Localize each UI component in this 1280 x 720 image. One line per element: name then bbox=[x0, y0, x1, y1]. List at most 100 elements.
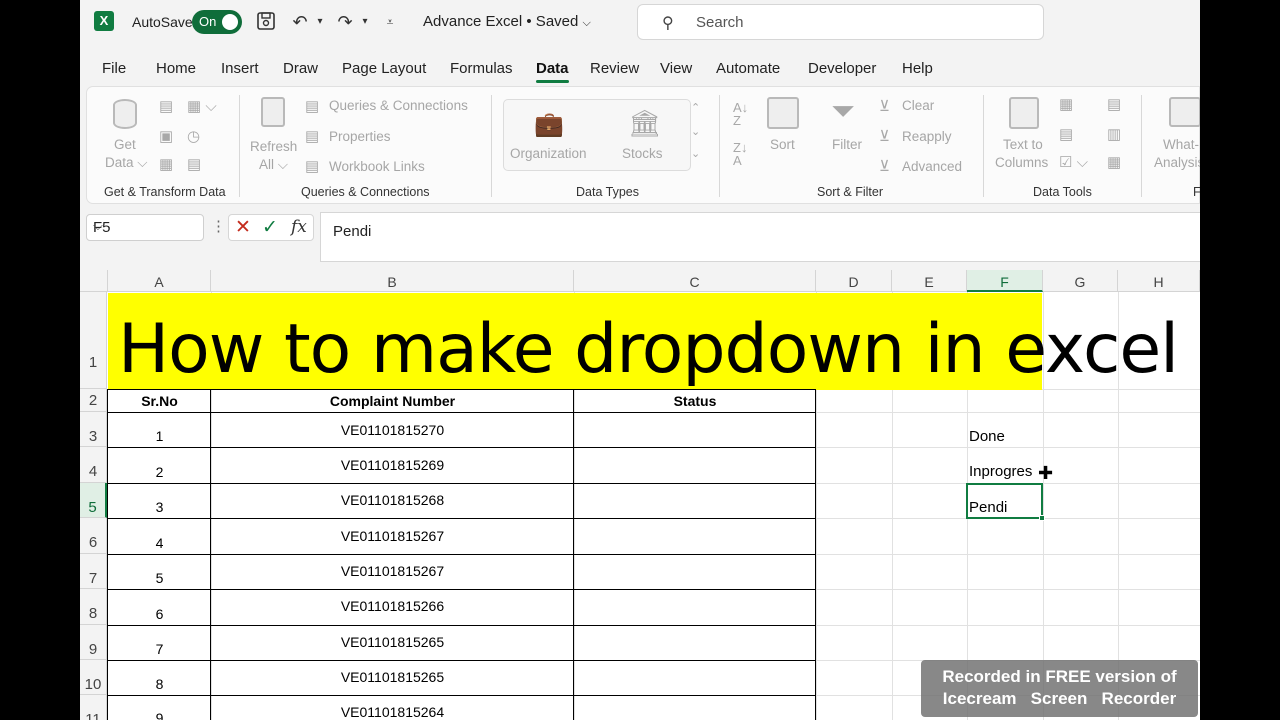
table-cell-complaint[interactable]: VE01101815269 bbox=[211, 457, 574, 473]
from-table-icon[interactable]: ▦ bbox=[159, 155, 173, 173]
table-cell-srno[interactable]: 9 bbox=[108, 710, 211, 720]
table-cell-complaint[interactable]: VE01101815264 bbox=[211, 704, 574, 720]
tab-automate[interactable]: Automate bbox=[716, 60, 780, 77]
table-cell-srno[interactable]: 4 bbox=[108, 535, 211, 551]
stocks-button[interactable]: Stocks bbox=[622, 146, 663, 161]
column-header-b[interactable]: B bbox=[211, 270, 574, 292]
table-header-srno[interactable]: Sr.No bbox=[108, 393, 211, 409]
advanced-button[interactable]: Advanced bbox=[902, 159, 962, 174]
row-header-2[interactable]: 2 bbox=[80, 389, 107, 412]
row-header-1[interactable]: 1 bbox=[80, 292, 107, 389]
table-cell-complaint[interactable]: VE01101815268 bbox=[211, 492, 574, 508]
customize-toolbar-icon[interactable]: ⩡ bbox=[378, 10, 402, 34]
tab-draw[interactable]: Draw bbox=[283, 60, 318, 77]
tab-home[interactable]: Home bbox=[156, 60, 196, 77]
gallery-down-icon[interactable]: ⌄ bbox=[691, 125, 700, 138]
row-header-3[interactable]: 3 bbox=[80, 412, 107, 447]
table-cell-complaint[interactable]: VE01101815265 bbox=[211, 669, 574, 685]
table-cell-complaint[interactable]: VE01101815270 bbox=[211, 422, 574, 438]
table-cell-srno[interactable]: 1 bbox=[108, 428, 211, 444]
table-cell-complaint[interactable]: VE01101815266 bbox=[211, 598, 574, 614]
workbook-links-button[interactable]: Workbook Links bbox=[329, 159, 425, 174]
tab-formulas[interactable]: Formulas bbox=[450, 60, 513, 77]
text-to-columns-button[interactable]: Text to bbox=[1003, 137, 1043, 152]
name-box[interactable]: F5 ⌵ bbox=[86, 214, 204, 241]
from-text-icon[interactable]: ▤ bbox=[159, 97, 173, 115]
undo-dropdown-icon[interactable]: ▾ bbox=[308, 10, 332, 34]
consolidate-icon[interactable]: ▤ bbox=[1107, 95, 1121, 113]
data-model-icon[interactable]: ▦ bbox=[1107, 153, 1121, 171]
table-cell-srno[interactable]: 5 bbox=[108, 570, 211, 586]
insert-function-icon[interactable]: fx bbox=[291, 217, 307, 237]
row-header-6[interactable]: 6 bbox=[80, 518, 107, 554]
sort-button[interactable]: Sort bbox=[770, 137, 795, 152]
row-header-11[interactable]: 11 bbox=[80, 695, 107, 720]
sort-ascending-icon[interactable]: A↓ Z bbox=[733, 101, 748, 127]
tab-page-layout[interactable]: Page Layout bbox=[342, 60, 426, 77]
data-types-gallery[interactable]: 💼 Organization 🏛 Stocks bbox=[503, 99, 691, 171]
properties-button[interactable]: Properties bbox=[329, 129, 391, 144]
list-item-inprogress[interactable]: Inprogres bbox=[969, 463, 1032, 480]
remove-duplicates-icon[interactable]: ▤ bbox=[1059, 125, 1073, 143]
sort-descending-icon[interactable]: Z↓ A bbox=[733, 141, 747, 167]
table-header-status[interactable]: Status bbox=[574, 393, 816, 409]
table-header-complaint-number[interactable]: Complaint Number bbox=[211, 393, 574, 409]
recent-sources-icon[interactable]: ◷ bbox=[187, 127, 200, 145]
organization-button[interactable]: Organization bbox=[510, 146, 587, 161]
table-cell-complaint[interactable]: VE01101815267 bbox=[211, 528, 574, 544]
table-cell-srno[interactable]: 8 bbox=[108, 676, 211, 692]
row-header-5[interactable]: 5 bbox=[80, 483, 107, 518]
tab-file[interactable]: File bbox=[102, 60, 126, 77]
row-header-8[interactable]: 8 bbox=[80, 589, 107, 625]
reapply-button[interactable]: Reapply bbox=[902, 129, 952, 144]
existing-connections-icon[interactable]: ▦ ⌵ bbox=[187, 97, 217, 115]
cancel-icon[interactable]: ✕ bbox=[235, 216, 251, 239]
tab-insert[interactable]: Insert bbox=[221, 60, 259, 77]
tab-view[interactable]: View bbox=[660, 60, 692, 77]
table-cell-srno[interactable]: 3 bbox=[108, 499, 211, 515]
clear-button[interactable]: Clear bbox=[902, 98, 934, 113]
column-header-d[interactable]: D bbox=[816, 270, 892, 292]
row-header-9[interactable]: 9 bbox=[80, 625, 107, 660]
get-data-button[interactable]: Get bbox=[114, 137, 136, 152]
column-header-c[interactable]: C bbox=[574, 270, 816, 292]
save-icon[interactable] bbox=[254, 10, 278, 34]
row-header-10[interactable]: 10 bbox=[80, 660, 107, 695]
from-picture-icon[interactable]: ▤ bbox=[187, 155, 201, 173]
column-header-f[interactable]: F bbox=[967, 270, 1043, 292]
list-item-done[interactable]: Done bbox=[969, 428, 1005, 445]
active-cell-selection[interactable] bbox=[966, 483, 1045, 521]
what-if-button[interactable]: What- bbox=[1163, 137, 1199, 152]
column-header-h[interactable]: H bbox=[1118, 270, 1200, 292]
table-cell-complaint[interactable]: VE01101815267 bbox=[211, 563, 574, 579]
tab-data[interactable]: Data bbox=[536, 60, 569, 83]
row-header-7[interactable]: 7 bbox=[80, 554, 107, 589]
queries-connections-button[interactable]: Queries & Connections bbox=[329, 98, 468, 113]
chevron-down-icon[interactable]: ⌵ bbox=[93, 218, 197, 234]
redo-dropdown-icon[interactable]: ▾ bbox=[353, 10, 377, 34]
enter-icon[interactable]: ✓ bbox=[262, 216, 278, 239]
search-box[interactable]: ⚲ Search bbox=[637, 4, 1044, 40]
flash-fill-icon[interactable]: ▦ bbox=[1059, 95, 1073, 113]
fill-handle[interactable] bbox=[1039, 515, 1045, 521]
table-cell-srno[interactable]: 6 bbox=[108, 606, 211, 622]
select-all-corner[interactable] bbox=[80, 270, 108, 292]
gallery-up-icon[interactable]: ⌃ bbox=[691, 101, 700, 114]
formula-input[interactable]: Pendi bbox=[320, 212, 1200, 262]
more-options-icon[interactable]: ⋮ bbox=[211, 217, 226, 235]
column-header-g[interactable]: G bbox=[1043, 270, 1118, 292]
autosave-toggle[interactable]: On bbox=[192, 10, 242, 34]
table-cell-srno[interactable]: 7 bbox=[108, 641, 211, 657]
tab-developer[interactable]: Developer bbox=[808, 60, 876, 77]
table-cell-complaint[interactable]: VE01101815265 bbox=[211, 634, 574, 650]
column-header-e[interactable]: E bbox=[892, 270, 967, 292]
from-web-icon[interactable]: ▣ bbox=[159, 127, 173, 145]
document-title[interactable]: Advance Excel • Saved ⌵ bbox=[423, 13, 591, 30]
filter-button[interactable]: Filter bbox=[832, 137, 862, 152]
relationships-icon[interactable]: ▥ bbox=[1107, 125, 1121, 143]
refresh-all-button[interactable]: Refresh bbox=[250, 139, 297, 154]
tab-help[interactable]: Help bbox=[902, 60, 933, 77]
data-validation-icon[interactable]: ☑ ⌵ bbox=[1059, 153, 1088, 171]
row-header-4[interactable]: 4 bbox=[80, 447, 107, 483]
table-cell-srno[interactable]: 2 bbox=[108, 464, 211, 480]
